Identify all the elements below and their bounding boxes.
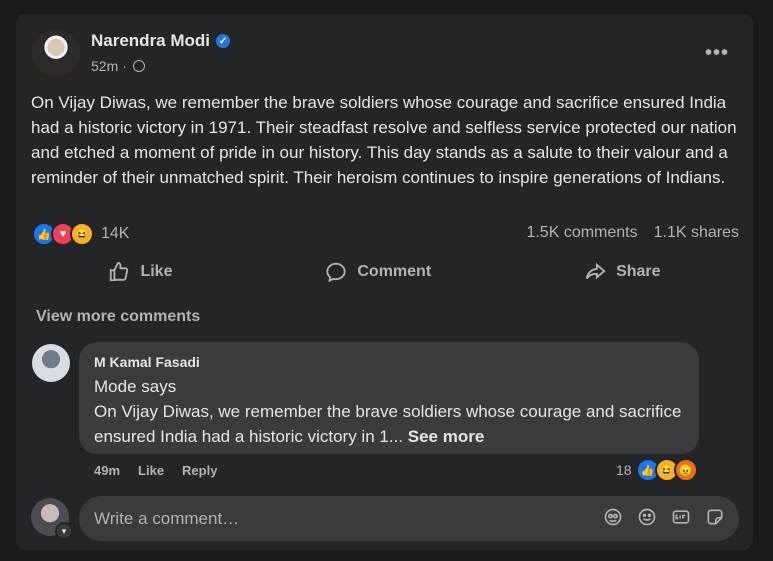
comment-line-2: On Vijay Diwas, we remember the brave so… — [94, 399, 689, 449]
post-stats: 1.5K comments 1.1K shares — [526, 224, 739, 242]
comment-like-button[interactable]: Like — [138, 463, 164, 478]
post-reactions[interactable]: 👍 ♥ 😆 14K — [32, 222, 129, 246]
emoji-icon[interactable] — [637, 507, 657, 527]
comment-bubble: M Kamal Fasadi Mode says On Vijay Diwas,… — [79, 342, 699, 454]
commenter-avatar[interactable] — [32, 344, 70, 382]
avatar-sticker-icon[interactable] — [603, 507, 623, 527]
like-button[interactable]: Like — [108, 261, 172, 283]
angry-reaction-icon: 😠 — [673, 458, 698, 482]
comments-count[interactable]: 1.5K comments — [526, 224, 637, 242]
post-text: On Vijay Diwas, we remember the brave so… — [31, 93, 737, 187]
post-card: Narendra Modi ✓ 52m · ••• On Vijay Diwas… — [16, 14, 753, 550]
see-more-link[interactable]: See more — [408, 427, 485, 446]
comment-time[interactable]: 49m — [94, 463, 120, 478]
verified-badge-icon: ✓ — [216, 34, 231, 48]
comment-body: On Vijay Diwas, we remember the brave so… — [94, 402, 682, 446]
share-icon — [585, 262, 606, 280]
post-actions: Like Comment Share — [32, 254, 737, 290]
comment-button[interactable]: Comment — [325, 261, 431, 283]
post-time[interactable]: 52m — [91, 58, 118, 74]
author-name[interactable]: Narendra Modi — [91, 31, 210, 51]
chevron-down-icon[interactable]: ▾ — [55, 522, 73, 540]
share-button[interactable]: Share — [584, 261, 661, 283]
meta-separator: · — [122, 58, 127, 74]
haha-reaction-icon: 😆 — [70, 222, 94, 246]
comment-reaction-count: 18 — [616, 462, 632, 478]
comment-reactions[interactable]: 18 👍 😆 😠 — [616, 458, 698, 482]
comment-icon — [326, 262, 347, 283]
commenter-name[interactable]: M Kamal Fasadi — [94, 354, 200, 370]
post-meta: 52m · — [91, 58, 145, 74]
share-label: Share — [616, 263, 661, 280]
view-more-comments[interactable]: View more comments — [36, 308, 200, 326]
comment-input-placeholder[interactable]: Write a comment… — [94, 509, 239, 529]
thumbs-up-icon — [110, 261, 129, 282]
comment-reply-button[interactable]: Reply — [182, 463, 217, 478]
comment-line-1: Mode says — [94, 377, 177, 396]
shares-count[interactable]: 1.1K shares — [654, 224, 739, 242]
comment-text: Mode says On Vijay Diwas, we remember th… — [94, 374, 689, 449]
more-options-icon[interactable]: ••• — [705, 42, 729, 65]
composer-tools — [603, 507, 725, 527]
comment-actions: 49m Like Reply — [94, 463, 217, 478]
like-label: Like — [140, 263, 173, 280]
sticker-icon[interactable] — [705, 507, 725, 527]
comment-composer[interactable]: Write a comment… — [79, 496, 739, 541]
globe-icon — [132, 60, 145, 72]
author-name-row: Narendra Modi ✓ — [91, 31, 231, 51]
author-avatar[interactable] — [32, 29, 80, 77]
gif-icon[interactable] — [671, 507, 691, 527]
comment-label: Comment — [357, 263, 432, 280]
reaction-count[interactable]: 14K — [101, 225, 129, 243]
